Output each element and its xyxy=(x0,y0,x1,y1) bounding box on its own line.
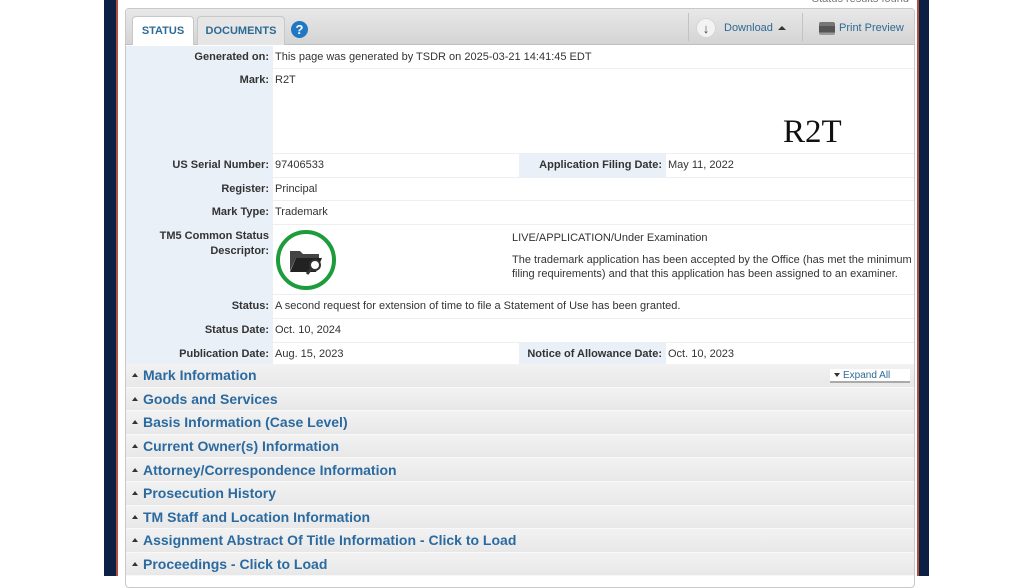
section-prosecution-history[interactable]: Prosecution History xyxy=(126,481,914,506)
print-preview-label: Print Preview xyxy=(839,22,904,34)
register-label: Register: xyxy=(126,178,273,200)
section-title: Current Owner(s) Information xyxy=(143,438,340,455)
row-generated-on: Generated on: This page was generated by… xyxy=(126,46,914,69)
row-mark: Mark: R2T R2T xyxy=(126,69,914,154)
section-title: Basis Information (Case Level) xyxy=(143,414,348,431)
section-tm-staff-location[interactable]: TM Staff and Location Information xyxy=(126,505,914,530)
tm5-description: The trademark application has been accep… xyxy=(512,254,912,280)
caret-up-icon xyxy=(132,396,138,401)
mark-type-value: Trademark xyxy=(275,206,328,218)
section-attorney-correspondence[interactable]: Attorney/Correspondence Information xyxy=(126,458,914,482)
noa-date-label: Notice of Allowance Date: xyxy=(519,343,666,365)
section-mark-information[interactable]: Mark Information xyxy=(126,364,914,388)
section-proceedings[interactable]: Proceedings - Click to Load xyxy=(126,552,914,577)
generated-on-label: Generated on: xyxy=(126,46,273,68)
caret-up-icon xyxy=(132,514,138,519)
publication-date-label: Publication Date: xyxy=(126,343,273,365)
section-current-owner[interactable]: Current Owner(s) Information xyxy=(126,434,914,459)
tab-documents[interactable]: DOCUMENTS xyxy=(197,16,285,45)
caret-up-icon xyxy=(132,444,138,449)
section-title: TM Staff and Location Information xyxy=(143,508,371,525)
question-circle-icon[interactable]: ? xyxy=(291,21,308,38)
register-value: Principal xyxy=(275,183,318,195)
status-value: A second request for extension of time t… xyxy=(275,300,681,312)
status-date-value: Oct. 10, 2024 xyxy=(275,324,342,336)
window-frame-right xyxy=(917,0,929,576)
tm5-text: LIVE/APPLICATION/Under Examination The t… xyxy=(512,231,912,281)
printer-icon xyxy=(819,21,835,35)
section-list: Expand All Mark Information Goods and Se… xyxy=(126,364,914,577)
mark-label: Mark: xyxy=(126,69,273,153)
tm5-status: LIVE/APPLICATION/Under Examination xyxy=(512,232,708,244)
section-title: Mark Information xyxy=(143,367,257,384)
toolbar-divider xyxy=(688,13,689,41)
caret-down-icon xyxy=(834,373,840,377)
window-frame-left xyxy=(104,0,118,576)
row-publication-date: Publication Date: Aug. 15, 2023 Notice o… xyxy=(126,343,914,366)
section-assignment-abstract[interactable]: Assignment Abstract Of Title Information… xyxy=(126,529,914,553)
expand-all-button[interactable]: Expand All xyxy=(830,369,910,383)
caret-up-icon xyxy=(132,373,138,378)
print-preview-button[interactable]: Print Preview xyxy=(819,19,904,37)
row-serial: US Serial Number: 97406533 Application F… xyxy=(126,154,914,178)
mark-type-label: Mark Type: xyxy=(126,201,273,224)
caret-up-icon xyxy=(132,562,138,567)
section-title: Attorney/Correspondence Information xyxy=(143,461,397,478)
tm5-label: TM5 Common Status Descriptor: xyxy=(126,225,273,294)
row-tm5: TM5 Common Status Descriptor: LIVE/APPLI… xyxy=(126,225,914,295)
toolbar-divider xyxy=(802,13,803,41)
section-title: Prosecution History xyxy=(143,485,277,502)
noa-date-value: Oct. 10, 2023 xyxy=(668,348,735,360)
toolbar: STATUS DOCUMENTS ? ↓ Download Print Prev… xyxy=(126,9,914,45)
section-title: Goods and Services xyxy=(143,390,278,407)
section-basis-information[interactable]: Basis Information (Case Level) xyxy=(126,411,914,435)
download-label: Download xyxy=(724,22,773,34)
status-date-label: Status Date: xyxy=(126,319,273,342)
status-panel: STATUS DOCUMENTS ? ↓ Download Print Prev… xyxy=(125,8,915,588)
caret-up-icon xyxy=(777,26,786,30)
filing-date-label: Application Filing Date: xyxy=(519,154,666,177)
row-status: Status: A second request for extension o… xyxy=(126,295,914,319)
expand-all-label: Expand All xyxy=(843,369,891,381)
generated-on-value: This page was generated by TSDR on 2025-… xyxy=(275,51,592,63)
section-goods-and-services[interactable]: Goods and Services xyxy=(126,387,914,412)
publication-date-value: Aug. 15, 2023 xyxy=(275,348,344,360)
filing-date-value: May 11, 2022 xyxy=(668,159,734,171)
tsdr-status-page: Status results found STATUS DOCUMENTS ? … xyxy=(120,0,917,588)
serial-label: US Serial Number: xyxy=(126,154,273,177)
status-grid: Generated on: This page was generated by… xyxy=(126,46,914,366)
row-register: Register: Principal xyxy=(126,178,914,201)
caret-up-icon xyxy=(132,491,138,496)
row-status-date: Status Date: Oct. 10, 2024 xyxy=(126,319,914,343)
caret-up-icon xyxy=(132,467,138,472)
download-button[interactable]: ↓ Download xyxy=(696,17,786,39)
mark-image: R2T xyxy=(783,114,842,150)
row-mark-type: Mark Type: Trademark xyxy=(126,201,914,225)
caret-up-icon xyxy=(132,538,138,543)
tab-status[interactable]: STATUS xyxy=(132,16,194,45)
results-note: Status results found xyxy=(812,0,909,5)
section-title: Proceedings - Click to Load xyxy=(143,556,328,573)
caret-up-icon xyxy=(132,420,138,425)
folder-search-icon xyxy=(276,230,336,290)
download-arrow-icon: ↓ xyxy=(696,18,716,38)
section-title: Assignment Abstract Of Title Information… xyxy=(143,532,517,549)
tm5-value: LIVE/APPLICATION/Under Examination The t… xyxy=(273,225,914,294)
status-label: Status: xyxy=(126,295,273,318)
serial-value: 97406533 xyxy=(275,159,324,171)
